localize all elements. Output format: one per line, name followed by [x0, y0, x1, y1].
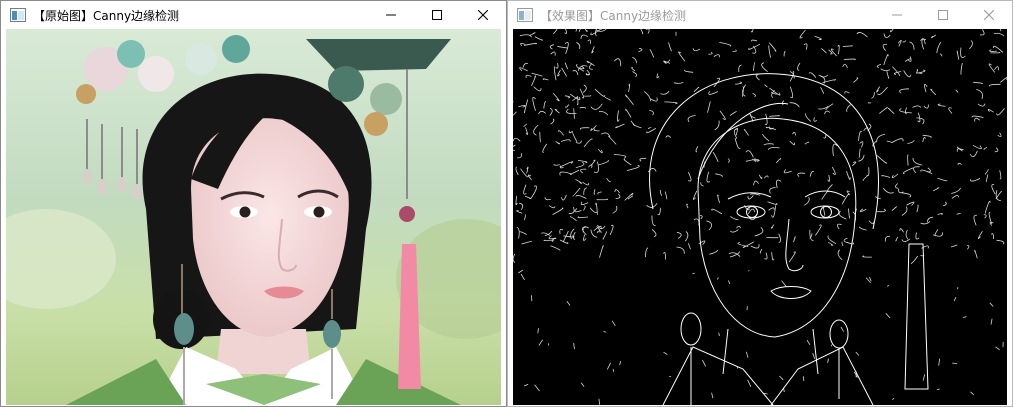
image-window-icon [9, 7, 27, 23]
image-window-icon [516, 7, 534, 23]
minimize-button[interactable] [368, 1, 414, 29]
title-bar[interactable]: 【原始图】Canny边缘检测 [1, 1, 506, 29]
maximize-button[interactable] [920, 1, 966, 29]
close-button[interactable] [460, 1, 506, 29]
maximize-icon [432, 10, 442, 20]
edge-image [513, 29, 1007, 405]
result-image-window[interactable]: 【效果图】Canny边缘检测 [507, 0, 1013, 407]
minimize-icon [386, 14, 396, 16]
original-image-window[interactable]: 【原始图】Canny边缘检测 [0, 0, 507, 407]
window-title: 【原始图】Canny边缘检测 [33, 8, 180, 23]
minimize-icon [892, 14, 902, 16]
window-title: 【效果图】Canny边缘检测 [540, 8, 687, 23]
maximize-button[interactable] [414, 1, 460, 29]
original-image [6, 29, 501, 405]
close-button[interactable] [966, 1, 1012, 29]
close-icon [478, 10, 488, 20]
minimize-button[interactable] [874, 1, 920, 29]
close-icon [984, 10, 994, 20]
maximize-icon [938, 10, 948, 20]
title-bar[interactable]: 【效果图】Canny边缘检测 [508, 1, 1012, 29]
